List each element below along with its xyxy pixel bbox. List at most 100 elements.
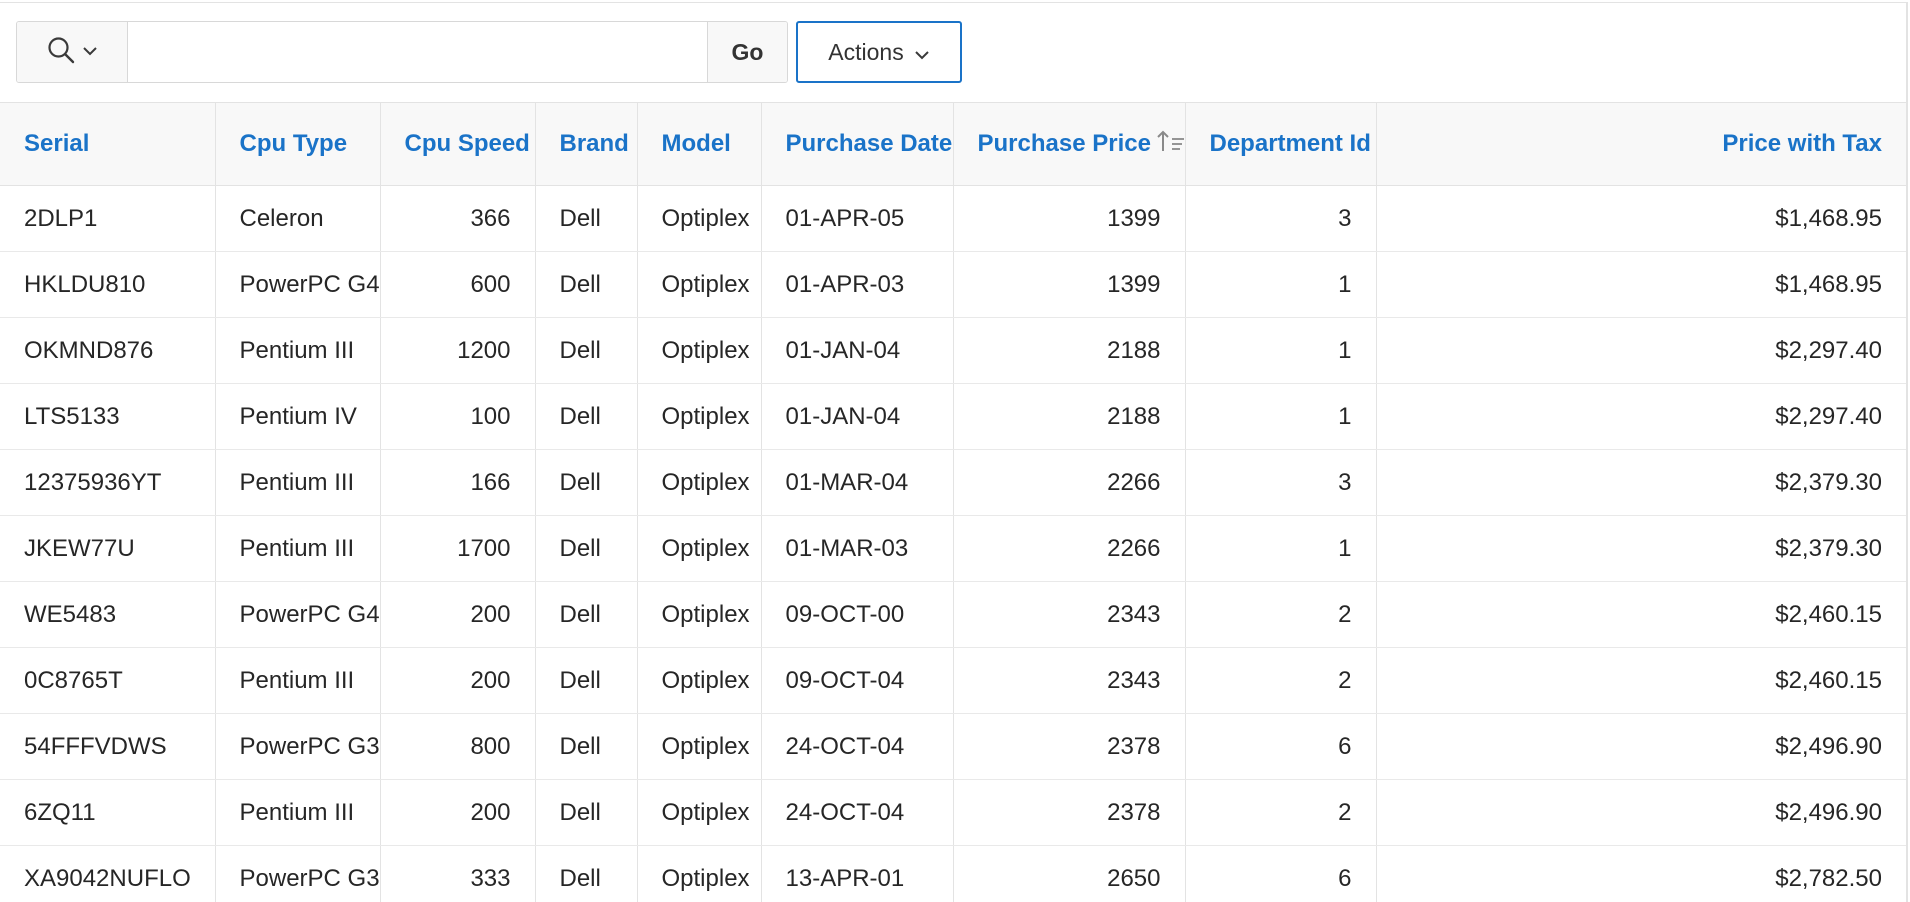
cell-model: Optiplex	[637, 845, 762, 902]
column-header-label: Purchase Date	[785, 130, 953, 157]
table-row: JKEW77U Pentium III 1700 Dell Optiplex 01-MAR…	[0, 515, 1906, 582]
table-row: 0C8765T Pentium III 200 Dell Optiplex 09-OCT-…	[0, 647, 1906, 714]
table-body: 2DLP1 Celeron 366 Dell Optiplex 01-APR-05 1399…	[0, 185, 1906, 902]
cell-purchase-price: 2343	[953, 581, 1186, 648]
column-header-purchase-date[interactable]: Purchase Date	[761, 102, 954, 186]
cell-model: Optiplex	[637, 251, 762, 318]
cell-serial: OKMND876	[0, 317, 216, 384]
column-header-price-with-tax[interactable]: Price with Tax	[1376, 102, 1906, 186]
cell-price-with-tax: $2,496.90	[1376, 713, 1906, 780]
cell-price-with-tax: $2,460.15	[1376, 581, 1906, 648]
cell-serial: XA9042NUFLO	[0, 845, 216, 902]
cell-cpu-speed: 800	[380, 713, 536, 780]
go-button[interactable]: Go	[707, 22, 787, 82]
column-header-serial[interactable]: Serial	[0, 102, 216, 186]
cell-purchase-date: 09-OCT-00	[761, 581, 954, 648]
chevron-down-icon	[82, 43, 98, 61]
search-group: Go	[16, 21, 788, 83]
cell-department-id: 1	[1185, 251, 1377, 318]
table-row: OKMND876 Pentium III 1200 Dell Optiplex 01-JA…	[0, 317, 1906, 384]
cell-purchase-date: 01-APR-05	[761, 185, 954, 252]
cell-brand: Dell	[535, 713, 638, 780]
cell-price-with-tax: $2,297.40	[1376, 317, 1906, 384]
cell-brand: Dell	[535, 779, 638, 846]
column-header-brand[interactable]: Brand	[535, 102, 638, 186]
cell-cpu-type: Pentium III	[215, 449, 381, 516]
cell-brand: Dell	[535, 185, 638, 252]
cell-serial: JKEW77U	[0, 515, 216, 582]
cell-cpu-speed: 366	[380, 185, 536, 252]
cell-brand: Dell	[535, 317, 638, 384]
cell-serial: 2DLP1	[0, 185, 216, 252]
cell-purchase-date: 01-MAR-03	[761, 515, 954, 582]
cell-serial: 0C8765T	[0, 647, 216, 714]
cell-serial: 6ZQ11	[0, 779, 216, 846]
column-header-label: Price with Tax	[1722, 130, 1882, 157]
cell-cpu-type: Pentium III	[215, 317, 381, 384]
column-header-label: Cpu Speed	[404, 130, 530, 157]
cell-model: Optiplex	[637, 581, 762, 648]
cell-cpu-speed: 600	[380, 251, 536, 318]
cell-price-with-tax: $2,782.50	[1376, 845, 1906, 902]
table-row: HKLDU810 PowerPC G4 600 Dell Optiplex 01-APR-…	[0, 251, 1906, 318]
cell-brand: Dell	[535, 383, 638, 450]
chevron-down-icon	[914, 39, 930, 66]
cell-price-with-tax: $2,379.30	[1376, 515, 1906, 582]
cell-purchase-price: 2378	[953, 713, 1186, 780]
column-header-label: Brand	[559, 130, 629, 157]
report-table: Serial Cpu Type Cpu Speed Brand Model Purchas…	[0, 102, 1906, 902]
table-row: LTS5133 Pentium IV 100 Dell Optiplex 01-JAN-0…	[0, 383, 1906, 450]
cell-brand: Dell	[535, 449, 638, 516]
cell-purchase-price: 1399	[953, 251, 1186, 318]
cell-brand: Dell	[535, 845, 638, 902]
table-row: 54FFFVDWS PowerPC G3 800 Dell Optiplex 24-OCT…	[0, 713, 1906, 780]
cell-department-id: 6	[1185, 845, 1377, 902]
cell-model: Optiplex	[637, 383, 762, 450]
cell-cpu-type: Pentium IV	[215, 383, 381, 450]
interactive-report: Go Actions Serial Cpu Type Cpu Speed Brand M…	[0, 2, 1908, 902]
cell-purchase-price: 2188	[953, 317, 1186, 384]
cell-price-with-tax: $2,496.90	[1376, 779, 1906, 846]
column-header-cpu-type[interactable]: Cpu Type	[215, 102, 381, 186]
cell-purchase-price: 2266	[953, 515, 1186, 582]
table-row: 6ZQ11 Pentium III 200 Dell Optiplex 24-OCT-04…	[0, 779, 1906, 846]
cell-price-with-tax: $1,468.95	[1376, 251, 1906, 318]
cell-serial: HKLDU810	[0, 251, 216, 318]
cell-department-id: 2	[1185, 779, 1377, 846]
cell-purchase-price: 2188	[953, 383, 1186, 450]
column-header-department-id[interactable]: Department Id	[1185, 102, 1377, 186]
cell-brand: Dell	[535, 251, 638, 318]
cell-purchase-price: 2650	[953, 845, 1186, 902]
column-header-cpu-speed[interactable]: Cpu Speed	[380, 102, 536, 186]
column-header-purchase-price[interactable]: Purchase Price	[953, 102, 1186, 186]
cell-cpu-type: Pentium III	[215, 779, 381, 846]
cell-price-with-tax: $2,460.15	[1376, 647, 1906, 714]
cell-purchase-date: 24-OCT-04	[761, 713, 954, 780]
cell-purchase-price: 2343	[953, 647, 1186, 714]
cell-model: Optiplex	[637, 515, 762, 582]
column-header-label: Cpu Type	[239, 130, 348, 157]
table-row: WE5483 PowerPC G4 200 Dell Optiplex 09-OCT-00…	[0, 581, 1906, 648]
actions-label: Actions	[828, 38, 904, 65]
cell-brand: Dell	[535, 647, 638, 714]
cell-price-with-tax: $2,297.40	[1376, 383, 1906, 450]
cell-department-id: 2	[1185, 581, 1377, 648]
table-row: XA9042NUFLO PowerPC G3 333 Dell Optiplex 13-A…	[0, 845, 1906, 902]
cell-department-id: 1	[1185, 317, 1377, 384]
column-header-model[interactable]: Model	[637, 102, 762, 186]
cell-cpu-speed: 100	[380, 383, 536, 450]
cell-serial: 54FFFVDWS	[0, 713, 216, 780]
cell-brand: Dell	[535, 581, 638, 648]
cell-model: Optiplex	[637, 185, 762, 252]
cell-price-with-tax: $2,379.30	[1376, 449, 1906, 516]
cell-cpu-type: Celeron	[215, 185, 381, 252]
search-input[interactable]	[128, 22, 707, 82]
cell-model: Optiplex	[637, 713, 762, 780]
actions-menu-button[interactable]: Actions	[796, 21, 962, 83]
sort-ascending-icon	[1157, 129, 1185, 160]
cell-model: Optiplex	[637, 317, 762, 384]
cell-purchase-date: 01-JAN-04	[761, 317, 954, 384]
cell-purchase-price: 2266	[953, 449, 1186, 516]
search-column-menu-button[interactable]	[17, 22, 128, 82]
cell-cpu-speed: 333	[380, 845, 536, 902]
